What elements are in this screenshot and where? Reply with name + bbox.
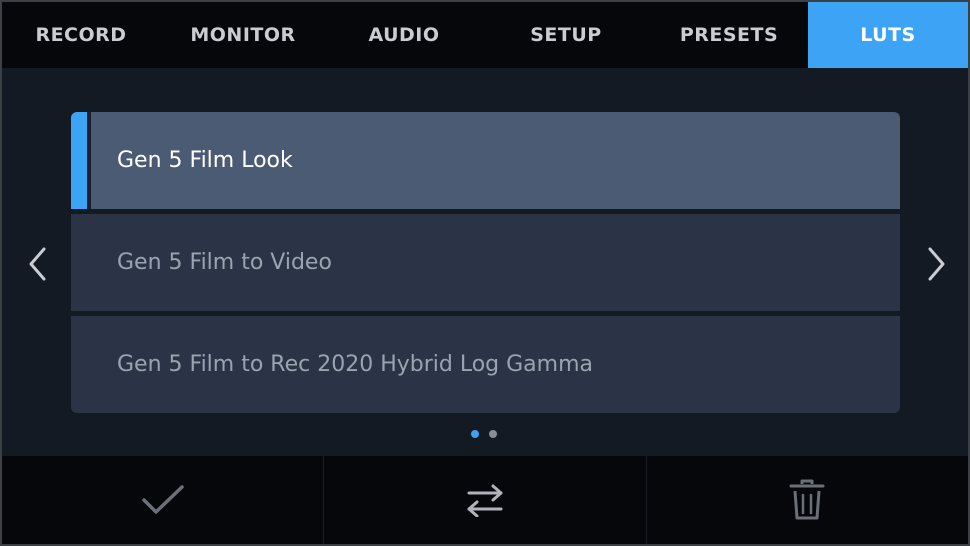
checkmark-icon — [141, 485, 184, 514]
chevron-left-icon — [29, 247, 46, 281]
lut-item-label: Gen 5 Film to Rec 2020 Hybrid Log Gamma — [117, 352, 593, 377]
tab-label: AUDIO — [368, 24, 440, 46]
tab-label: LUTS — [860, 24, 916, 46]
lut-list: Gen 5 Film Look Gen 5 Film to Video Gen … — [71, 112, 900, 413]
action-bar — [2, 456, 968, 544]
delete-lut-button[interactable] — [647, 456, 968, 544]
tab-audio[interactable]: AUDIO — [326, 2, 482, 68]
next-page-button[interactable] — [916, 244, 956, 284]
trash-icon — [789, 479, 825, 520]
tab-record[interactable]: RECORD — [2, 2, 160, 68]
prev-page-button[interactable] — [18, 244, 58, 284]
page-dot[interactable] — [489, 430, 497, 438]
tab-label: MONITOR — [190, 24, 296, 46]
tab-bar: RECORD MONITOR AUDIO SETUP PRESETS LUTS — [2, 2, 968, 68]
luts-panel: Gen 5 Film Look Gen 5 Film to Video Gen … — [2, 68, 968, 456]
tab-label: PRESETS — [679, 24, 779, 46]
tab-luts[interactable]: LUTS — [808, 2, 968, 68]
apply-lut-button[interactable] — [2, 456, 325, 544]
lut-item-label: Gen 5 Film to Video — [117, 250, 332, 275]
swap-arrows-icon — [467, 484, 503, 517]
lut-item-gen5-film-to-video[interactable]: Gen 5 Film to Video — [71, 214, 900, 311]
page-dot-active[interactable] — [471, 430, 479, 438]
transfer-lut-button[interactable] — [324, 456, 647, 544]
tab-label: RECORD — [35, 24, 127, 46]
selection-marker — [71, 112, 91, 209]
tab-setup[interactable]: SETUP — [482, 2, 650, 68]
camera-screen: RECORD MONITOR AUDIO SETUP PRESETS LUTS … — [0, 0, 970, 546]
tab-monitor[interactable]: MONITOR — [160, 2, 326, 68]
lut-item-gen5-film-look[interactable]: Gen 5 Film Look — [71, 112, 900, 209]
lut-item-gen5-film-to-rec2020-hlg[interactable]: Gen 5 Film to Rec 2020 Hybrid Log Gamma — [71, 316, 900, 413]
tab-label: SETUP — [530, 24, 602, 46]
lut-item-label: Gen 5 Film Look — [117, 148, 293, 173]
tab-presets[interactable]: PRESETS — [650, 2, 808, 68]
chevron-right-icon — [928, 247, 945, 281]
page-indicator — [471, 430, 497, 438]
